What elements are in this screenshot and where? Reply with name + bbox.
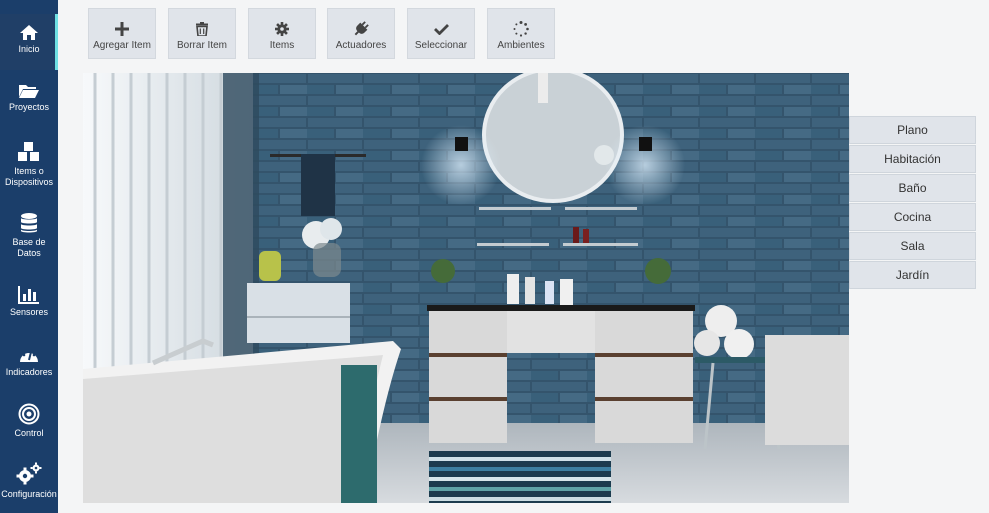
sidebar-item-configuracion[interactable]: Configuración bbox=[0, 462, 58, 500]
sidebar: Inicio Proyectos Items o Dispositivos Ba… bbox=[0, 0, 58, 513]
sidebar-item-proyectos[interactable]: Proyectos bbox=[0, 82, 58, 113]
environments-label: Ambientes bbox=[497, 40, 545, 51]
plug-icon bbox=[354, 21, 369, 36]
add-item-button[interactable]: Agregar Item bbox=[88, 8, 156, 59]
sidebar-item-inicio[interactable]: Inicio bbox=[0, 14, 58, 70]
active-indicator bbox=[55, 14, 58, 70]
sidebar-item-label: Base de Datos bbox=[12, 237, 46, 258]
items-label: Items bbox=[269, 40, 295, 51]
sidebar-item-label: Inicio bbox=[18, 44, 40, 54]
room-label: Baño bbox=[898, 181, 927, 195]
sidebar-item-items-dispositivos[interactable]: Items o Dispositivos bbox=[0, 141, 58, 188]
select-button[interactable]: Seleccionar bbox=[407, 8, 475, 59]
gear-icon bbox=[275, 22, 289, 36]
sidebar-item-label: Items o Dispositivos bbox=[4, 166, 53, 187]
sidebar-item-base-datos[interactable]: Base de Datos bbox=[0, 212, 58, 259]
trash-icon bbox=[196, 22, 208, 36]
room-button-cocina[interactable]: Cocina bbox=[849, 203, 976, 231]
dashboard-icon bbox=[20, 349, 38, 362]
environments-button[interactable]: Ambientes bbox=[487, 8, 555, 59]
bar-chart-icon bbox=[18, 286, 39, 304]
sidebar-item-label: Configuración bbox=[1, 489, 57, 499]
select-label: Seleccionar bbox=[414, 40, 468, 51]
add-item-label: Agregar Item bbox=[93, 40, 151, 51]
room-label: Sala bbox=[900, 239, 925, 253]
sidebar-item-label: Indicadores bbox=[5, 367, 53, 377]
sidebar-item-label: Proyectos bbox=[8, 102, 50, 112]
sidebar-item-label: Sensores bbox=[9, 307, 49, 317]
plus-icon bbox=[115, 22, 129, 36]
cubes-icon bbox=[18, 142, 39, 161]
database-icon bbox=[21, 213, 37, 233]
sidebar-item-indicadores[interactable]: Indicadores bbox=[0, 345, 58, 378]
sidebar-item-sensores[interactable]: Sensores bbox=[0, 285, 58, 318]
room-button-plano[interactable]: Plano bbox=[849, 116, 976, 144]
room-label: Plano bbox=[897, 123, 928, 137]
room-button-bano[interactable]: Baño bbox=[849, 174, 976, 202]
home-icon bbox=[20, 25, 38, 40]
actuators-button[interactable]: Actuadores bbox=[327, 8, 395, 59]
room-label: Cocina bbox=[893, 210, 932, 224]
room-button-sala[interactable]: Sala bbox=[849, 232, 976, 260]
folder-open-icon bbox=[19, 85, 39, 98]
items-button[interactable]: Items bbox=[248, 8, 316, 59]
cogs-icon bbox=[16, 462, 42, 485]
target-icon bbox=[18, 403, 40, 425]
delete-item-label: Borrar Item bbox=[176, 40, 227, 51]
floor-plan-image[interactable] bbox=[83, 73, 849, 503]
sidebar-item-control[interactable]: Control bbox=[0, 403, 58, 439]
room-label: Jardín bbox=[895, 268, 930, 282]
actuators-label: Actuadores bbox=[335, 40, 387, 51]
check-icon bbox=[433, 24, 449, 35]
sidebar-item-label: Control bbox=[14, 428, 44, 438]
room-label: Habitación bbox=[884, 152, 941, 166]
bathroom-scene bbox=[83, 73, 849, 503]
delete-item-button[interactable]: Borrar Item bbox=[168, 8, 236, 59]
room-button-habitacion[interactable]: Habitación bbox=[849, 145, 976, 173]
spinner-icon bbox=[513, 21, 529, 37]
room-button-jardin[interactable]: Jardín bbox=[849, 261, 976, 289]
